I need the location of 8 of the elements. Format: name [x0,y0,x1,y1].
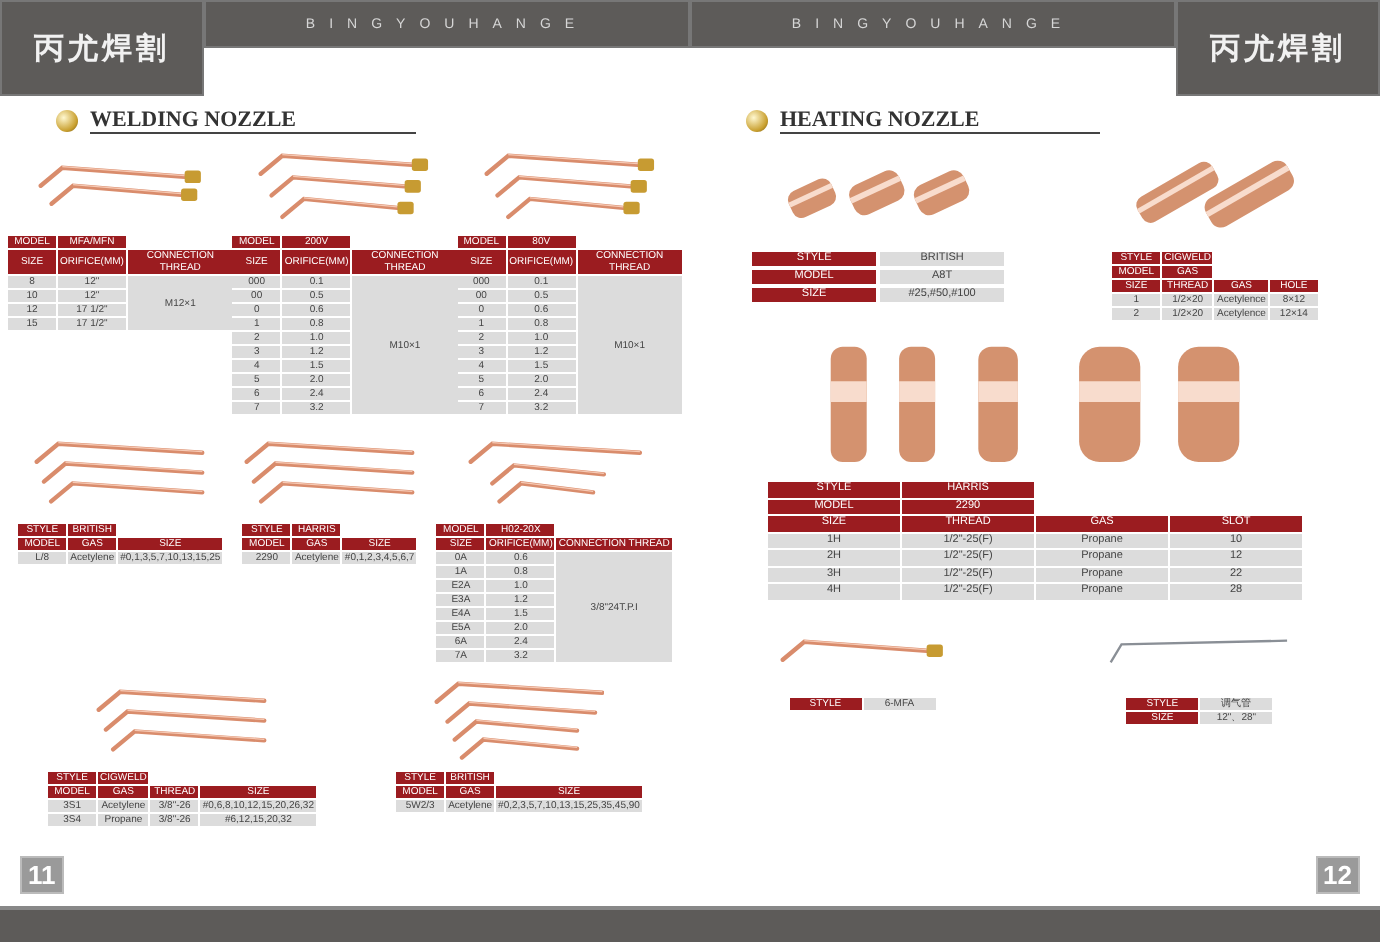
page-number: 11 [20,856,64,894]
section-title: HEATING NOZZLE [780,108,1100,134]
bullet-icon [746,110,768,132]
logo-text: 丙尤焊割 [34,29,170,67]
logo-text: 丙尤焊割 [1210,29,1346,67]
page-number: 12 [1315,856,1360,894]
section-title: WELDING NOZZLE [90,108,416,134]
bullet-icon [56,110,78,132]
